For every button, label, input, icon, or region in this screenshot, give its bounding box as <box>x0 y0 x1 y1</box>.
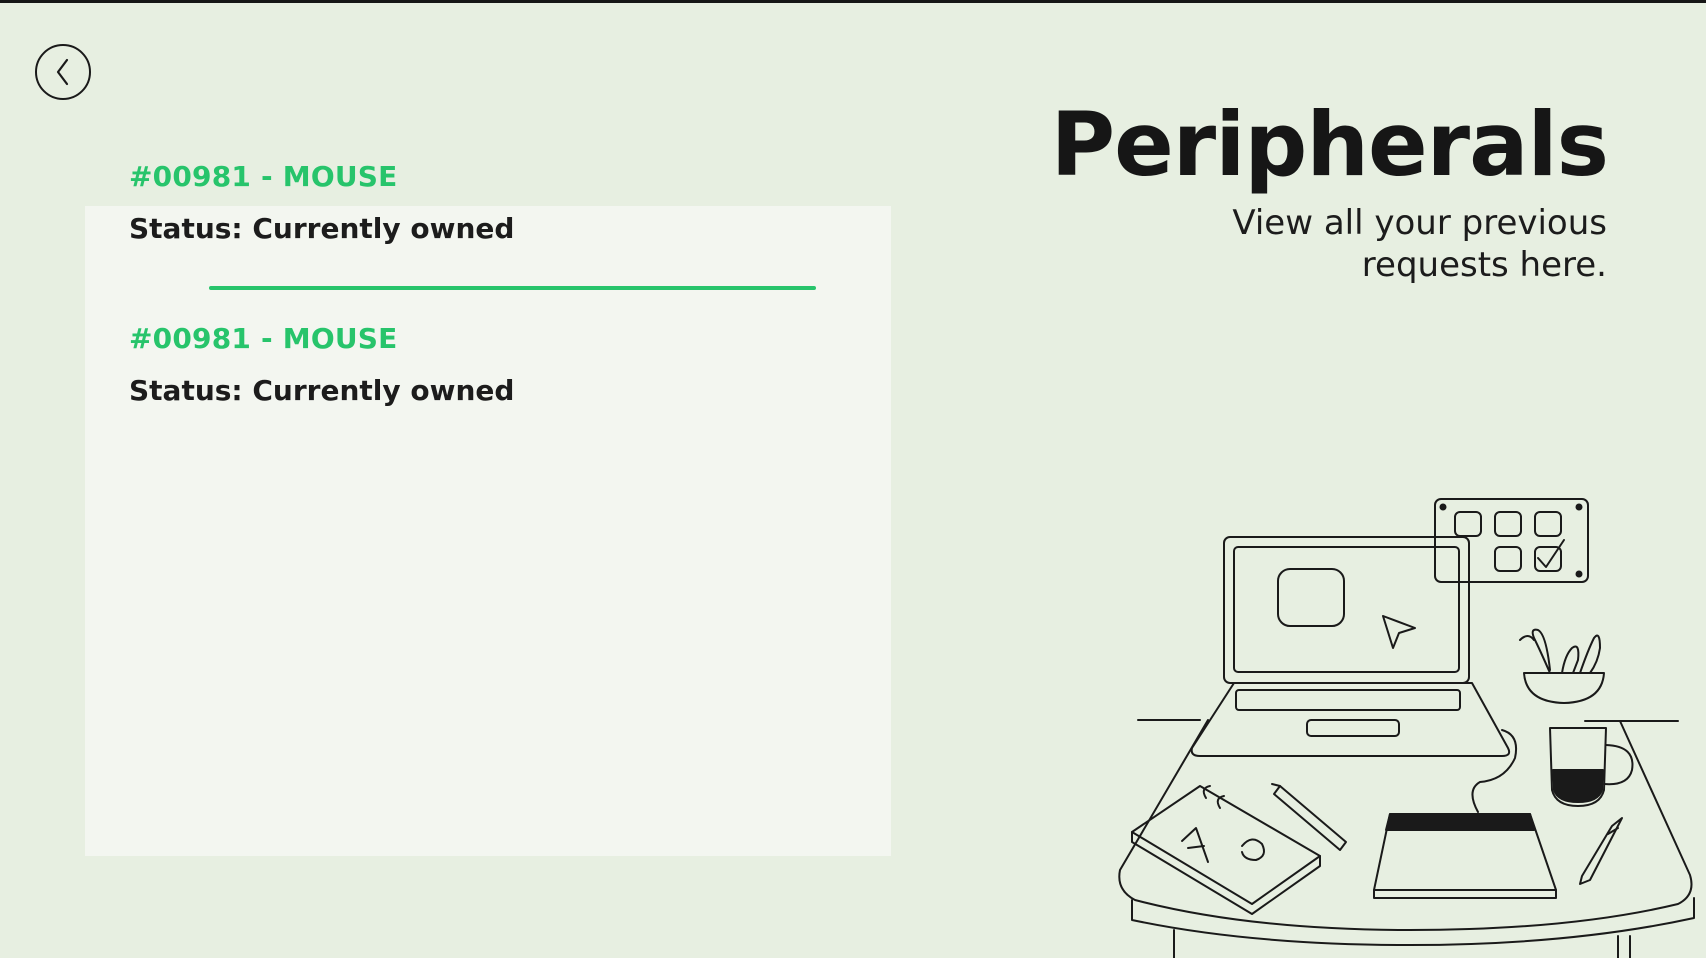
pencil <box>1579 817 1623 885</box>
requests-panel <box>85 206 891 856</box>
back-button[interactable] <box>35 44 91 100</box>
request-id: #00981 - MOUSE <box>129 322 398 355</box>
sketchbook <box>1131 785 1321 915</box>
desk-workspace-illustration <box>1118 498 1695 958</box>
task-board-icon <box>1434 498 1589 583</box>
request-id: #00981 - MOUSE <box>129 160 398 193</box>
page-title: Peripherals <box>1050 93 1609 196</box>
laptop <box>1190 536 1518 813</box>
page-subtitle: View all your previous requests here. <box>1232 203 1607 285</box>
top-border <box>0 0 1706 3</box>
request-status: Status: Currently owned <box>129 374 515 407</box>
chevron-left-icon <box>53 57 73 87</box>
request-item[interactable]: #00981 - MOUSE Status: Currently owned <box>129 160 514 246</box>
request-status: Status: Currently owned <box>129 212 515 245</box>
drawing-tablet <box>1373 813 1557 899</box>
pen <box>1271 783 1347 851</box>
coffee-mug <box>1549 727 1634 807</box>
request-divider <box>209 286 816 290</box>
plant-pot <box>1519 628 1605 704</box>
request-item[interactable]: #00981 - MOUSE Status: Currently owned <box>129 322 514 408</box>
